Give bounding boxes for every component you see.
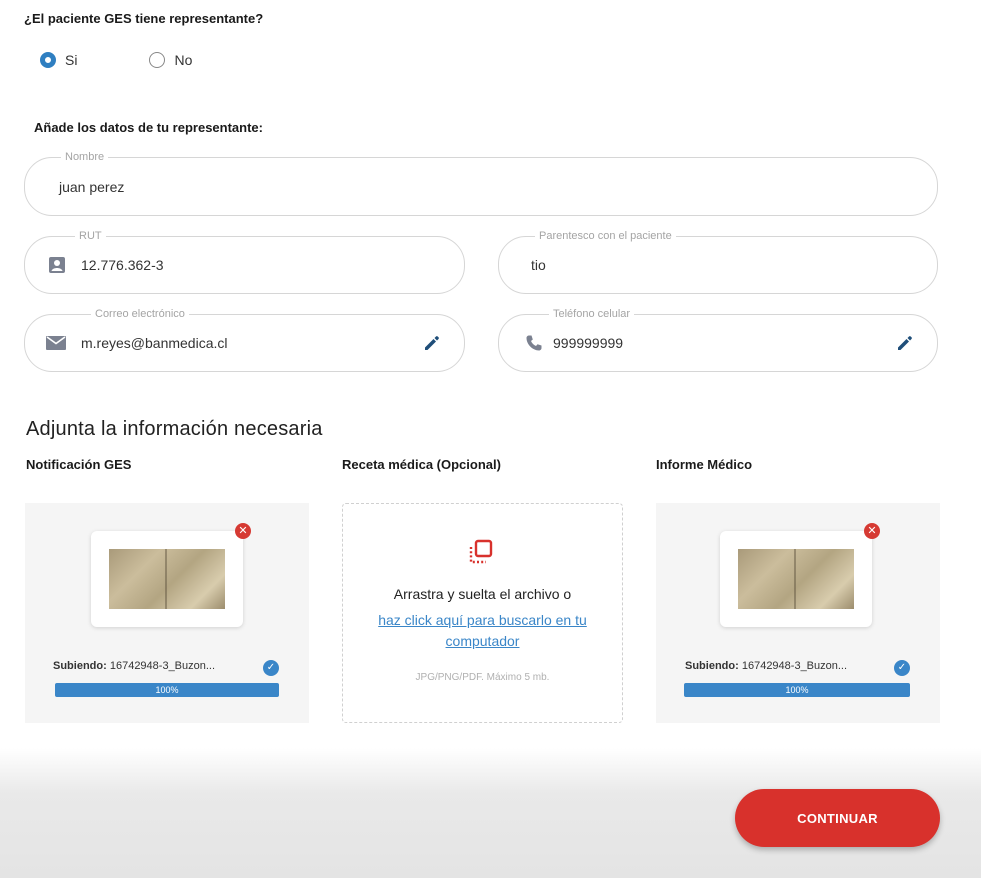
email-edit-pencil-icon[interactable] — [422, 333, 442, 353]
upload-status: Subiendo: 16742948-3_Buzon... — [53, 660, 215, 672]
rut-legend: RUT — [75, 230, 106, 243]
upload-progress-bar: 100% — [684, 683, 910, 697]
upload-progress-bar: 100% — [55, 683, 279, 697]
upload-notificacion: ✕ Subiendo: 16742948-3_Buzon... ✓ 100% — [25, 503, 309, 723]
email-legend: Correo electrónico — [91, 308, 189, 321]
rut-value: 12.776.362-3 — [81, 257, 164, 273]
document-preview-image — [738, 549, 854, 609]
relationship-field[interactable]: Parentesco con el paciente tio — [498, 230, 938, 294]
continue-button[interactable]: CONTINUAR — [735, 789, 940, 847]
radio-no-label: No — [174, 52, 193, 68]
phone-legend: Teléfono celular — [549, 308, 635, 321]
relationship-value: tio — [531, 257, 546, 273]
attachments-title: Adjunta la información necesaria — [26, 418, 323, 440]
email-value: m.reyes@banmedica.cl — [81, 335, 228, 351]
remove-file-icon[interactable]: ✕ — [864, 523, 880, 539]
drop-instructions: Arrastra y suelta el archivo o — [393, 586, 572, 602]
col-title-receta: Receta médica (Opcional) — [342, 457, 501, 472]
upload-status-prefix: Subiendo: — [685, 660, 739, 672]
upload-file-icon — [469, 539, 493, 564]
name-value: juan perez — [59, 178, 125, 195]
phone-field[interactable]: Teléfono celular 999999999 — [498, 308, 938, 372]
check-circle-icon: ✓ — [894, 660, 910, 676]
col-title-notificacion: Notificación GES — [26, 457, 132, 472]
upload-status-prefix: Subiendo: — [53, 660, 107, 672]
check-circle-icon: ✓ — [263, 660, 279, 676]
relationship-legend: Parentesco con el paciente — [535, 230, 676, 243]
email-field[interactable]: Correo electrónico m.reyes@banmedica.cl — [24, 308, 465, 372]
phone-value: 999999999 — [553, 335, 624, 351]
file-format-hint: JPG/PNG/PDF. Máximo 5 mb. — [415, 672, 550, 683]
rut-field[interactable]: RUT 12.776.362-3 — [24, 230, 465, 294]
id-badge-icon — [49, 257, 65, 273]
upload-status: Subiendo: 16742948-3_Buzon... — [685, 660, 847, 672]
file-thumbnail: ✕ — [720, 523, 880, 627]
upload-file-name: 16742948-3_Buzon... — [741, 660, 848, 672]
radio-si-indicator[interactable] — [40, 52, 56, 68]
phone-edit-pencil-icon[interactable] — [895, 333, 915, 353]
representative-question: ¿El paciente GES tiene representante? — [24, 11, 264, 26]
upload-file-name: 16742948-3_Buzon... — [109, 660, 216, 672]
upload-informe: ✕ Subiendo: 16742948-3_Buzon... ✓ 100% — [656, 503, 940, 723]
browse-file-link[interactable]: haz click aquí para buscarlo en tu compu… — [357, 610, 608, 652]
upload-receta-dropzone[interactable]: Arrastra y suelta el archivo o haz click… — [342, 503, 623, 723]
name-legend: Nombre — [61, 151, 109, 164]
col-title-informe: Informe Médico — [656, 457, 753, 472]
name-field[interactable]: Nombre juan perez — [24, 151, 938, 216]
representative-radio-group: Si No — [40, 52, 192, 68]
radio-si-label: Si — [65, 52, 78, 68]
radio-si[interactable]: Si — [40, 52, 77, 68]
document-preview-image — [109, 549, 225, 609]
mail-icon — [46, 336, 66, 350]
radio-no[interactable]: No — [149, 52, 192, 68]
remove-file-icon[interactable]: ✕ — [235, 523, 251, 539]
phone-icon — [526, 335, 542, 351]
file-thumbnail: ✕ — [91, 523, 251, 627]
radio-no-indicator[interactable] — [149, 52, 166, 68]
representative-section-title: Añade los datos de tu representante: — [34, 120, 263, 135]
